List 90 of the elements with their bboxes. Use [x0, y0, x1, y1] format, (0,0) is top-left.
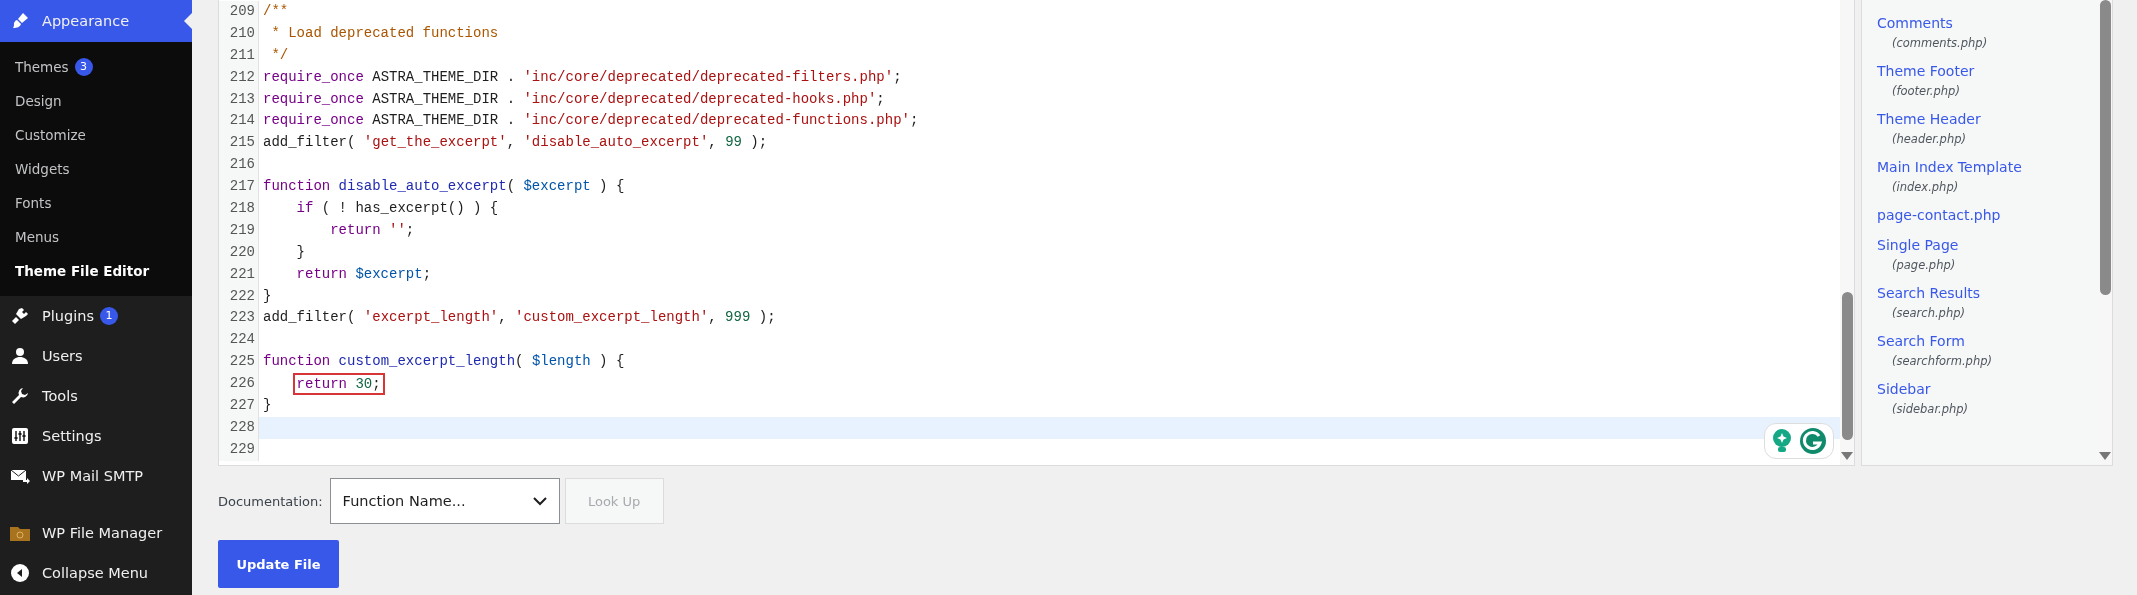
- function-select[interactable]: Function Name...: [329, 478, 560, 524]
- file-link[interactable]: Comments: [1877, 12, 2098, 34]
- code-line: add_filter( 'get_the_excerpt', 'disable_auto_excerpt', 99 );: [263, 133, 768, 153]
- line-number: 211: [219, 44, 259, 67]
- file-link[interactable]: Single Page: [1877, 234, 2098, 256]
- letter-g-icon: [1799, 427, 1827, 455]
- menu-item[interactable]: Users: [0, 336, 192, 376]
- sliders-icon: [10, 426, 30, 446]
- line-number: 222: [219, 285, 259, 308]
- line-number: 210: [219, 22, 259, 45]
- file-link[interactable]: Search Form: [1877, 330, 2098, 352]
- code-line: if ( ! has_excerpt() ) {: [296, 199, 499, 218]
- menu-item[interactable]: Settings: [0, 416, 192, 456]
- code-line: require_once ASTRA_THEME_DIR . 'inc/core/deprecated/deprecated-functions.php';: [263, 111, 919, 131]
- code-line: }: [263, 286, 272, 306]
- code-line: }: [263, 396, 272, 416]
- file-name: (page.php): [1891, 257, 1957, 274]
- file-link[interactable]: Sidebar: [1877, 378, 2098, 400]
- menu-item[interactable]: Appearance: [0, 0, 192, 42]
- submenu-item[interactable]: Theme File Editor: [0, 254, 192, 288]
- submenu-item[interactable]: Widgets: [0, 152, 192, 186]
- code-line: /**: [263, 2, 289, 21]
- code-line: * Load deprecated functions: [271, 23, 499, 43]
- menu-item[interactable]: Collapse Menu: [0, 553, 192, 593]
- line-number: 223: [219, 307, 259, 330]
- file-name: (footer.php): [1891, 83, 1961, 100]
- file-link[interactable]: Theme Footer: [1877, 60, 2098, 82]
- wrench-icon: [10, 386, 30, 406]
- code-line: }: [296, 242, 305, 262]
- code-line: require_once ASTRA_THEME_DIR . 'inc/core/deprecated/deprecated-hooks.php';: [263, 89, 885, 109]
- scrollbar-thumb[interactable]: [2100, 0, 2111, 295]
- line-number: 215: [219, 132, 259, 155]
- line-number: 228: [219, 416, 259, 439]
- file-link[interactable]: page-contact.php: [1877, 204, 2098, 226]
- count-badge: 1: [99, 307, 118, 325]
- documentation-label: Documentation:: [218, 493, 323, 509]
- code-line: */: [271, 45, 289, 65]
- line-number: 212: [219, 66, 259, 89]
- file-name: (sidebar.php): [1891, 401, 1970, 418]
- file-name: (searchform.php): [1891, 353, 1993, 370]
- user-icon: [10, 346, 30, 366]
- count-badge: 3: [74, 58, 93, 76]
- line-number: 225: [219, 351, 259, 374]
- line-number: 227: [219, 395, 259, 417]
- file-link[interactable]: Main Index Template: [1877, 156, 2098, 178]
- menu-item[interactable]: WP File Manager: [0, 513, 192, 553]
- scrollbar-thumb[interactable]: [1842, 292, 1853, 440]
- line-number: 214: [219, 110, 259, 133]
- line-number: 220: [219, 241, 259, 264]
- current-pointer: [184, 13, 192, 29]
- down-arrow-icon[interactable]: [2099, 452, 2111, 460]
- line-number: 219: [219, 219, 259, 242]
- code-line: function custom_excerpt_length( $length ) {: [263, 352, 625, 372]
- line-number: 224: [219, 329, 259, 352]
- code-line: return '';: [330, 220, 415, 240]
- code-line: add_filter( 'excerpt_length', 'custom_excerpt_length', 999 );: [263, 308, 776, 328]
- file-name: (index.php): [1891, 179, 1960, 196]
- code-line: function disable_auto_excerpt( $excerpt ) {: [263, 177, 625, 197]
- code-editor[interactable]: [218, 0, 1855, 466]
- line-number: 229: [219, 438, 259, 461]
- line-number: 217: [219, 176, 259, 198]
- lightbulb-icon: [1771, 428, 1793, 454]
- line-number: 221: [219, 263, 259, 286]
- submenu-item[interactable]: Themes 3: [0, 50, 192, 84]
- submenu-item[interactable]: Design: [0, 84, 192, 118]
- menu-item[interactable]: WP Mail SMTP: [0, 456, 192, 496]
- line-number: 209: [219, 1, 259, 23]
- update-file-button[interactable]: Update File: [218, 540, 339, 588]
- line-number: 216: [219, 154, 259, 177]
- line-number: 213: [219, 88, 259, 111]
- writing-assistant-widget[interactable]: [1764, 423, 1834, 459]
- submenu-item[interactable]: Customize: [0, 118, 192, 152]
- chevron-down-icon: [532, 496, 547, 506]
- line-number: 226: [219, 373, 259, 396]
- submenu-item[interactable]: Fonts: [0, 186, 192, 220]
- brush-icon: [10, 11, 30, 31]
- collapse-icon: [10, 563, 30, 583]
- file-name: (comments.php): [1891, 35, 1989, 52]
- file-link[interactable]: Theme Header: [1877, 108, 2098, 130]
- file-name: (header.php): [1891, 131, 1967, 148]
- down-arrow-icon[interactable]: [1841, 452, 1853, 460]
- submenu-item[interactable]: Menus: [0, 220, 192, 254]
- code-line: return $excerpt;: [296, 264, 432, 284]
- line-number: 218: [219, 198, 259, 220]
- file-link[interactable]: Search Results: [1877, 282, 2098, 304]
- menu-item[interactable]: Tools: [0, 376, 192, 416]
- code-line: require_once ASTRA_THEME_DIR . 'inc/core/deprecated/deprecated-filters.php';: [263, 67, 902, 87]
- menu-item[interactable]: Plugins 1: [0, 296, 192, 336]
- plug-icon: [10, 306, 30, 326]
- file-name: (search.php): [1891, 305, 1966, 322]
